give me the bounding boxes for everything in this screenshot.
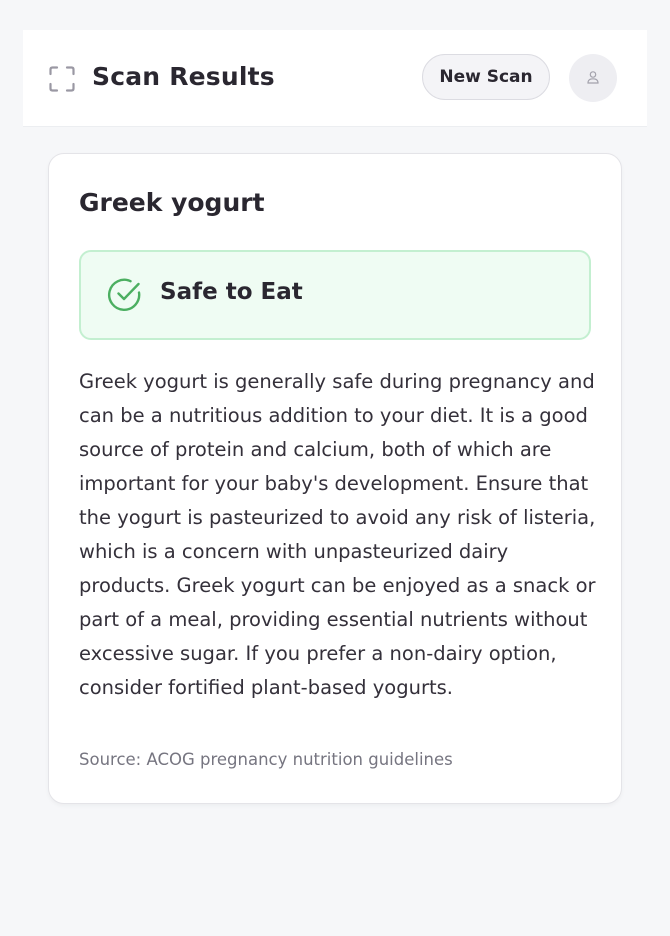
app-header: Scan Results New Scan <box>23 30 647 126</box>
avatar[interactable] <box>569 54 617 102</box>
scan-frame-icon <box>49 66 75 92</box>
status-badge: Safe to Eat <box>79 250 591 340</box>
result-card: Greek yogurt Safe to Eat Greek yogurt is… <box>48 153 622 804</box>
new-scan-button[interactable]: New Scan <box>422 54 550 100</box>
check-circle-icon <box>107 277 143 313</box>
food-description: Greek yogurt is generally safe during pr… <box>79 370 596 699</box>
page-title: Scan Results <box>92 62 275 91</box>
user-icon <box>586 69 600 88</box>
status-label: Safe to Eat <box>160 279 303 305</box>
food-name: Greek yogurt <box>79 188 265 217</box>
source-citation: Source: ACOG pregnancy nutrition guideli… <box>79 750 453 769</box>
